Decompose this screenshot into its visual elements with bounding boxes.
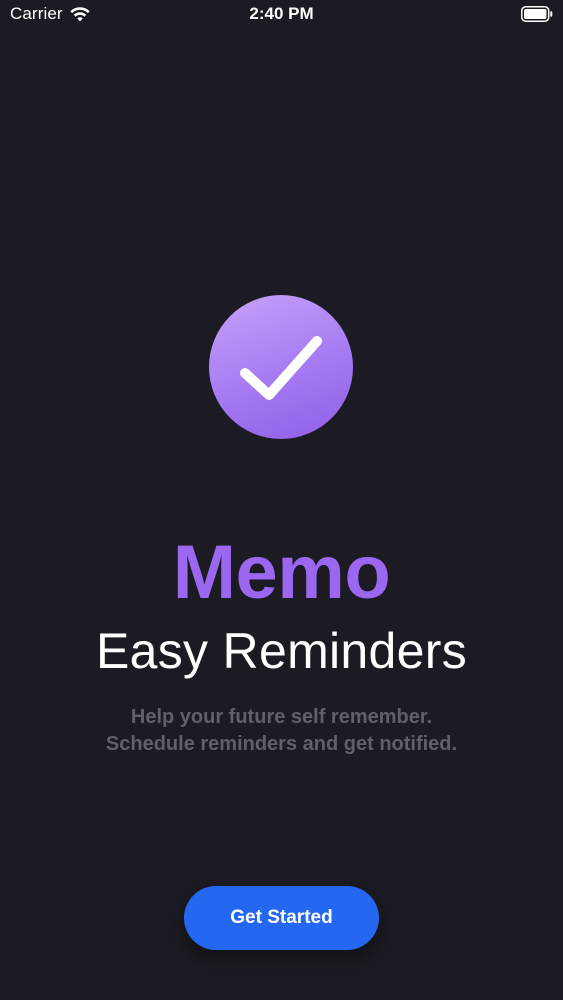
get-started-button[interactable]: Get Started [184, 886, 379, 950]
description-line-2: Schedule reminders and get notified. [105, 733, 458, 755]
app-name: Memo [172, 530, 391, 615]
description-line-1: Help your future self remember. [130, 706, 433, 728]
status-time: 2:40 PM [249, 4, 314, 23]
status-bar: Carrier 2:40 PM [0, 0, 563, 30]
app-subtitle: Easy Reminders [96, 623, 467, 679]
app-logo [209, 295, 353, 439]
checkmark-icon [240, 336, 322, 400]
battery-icon [521, 6, 553, 22]
